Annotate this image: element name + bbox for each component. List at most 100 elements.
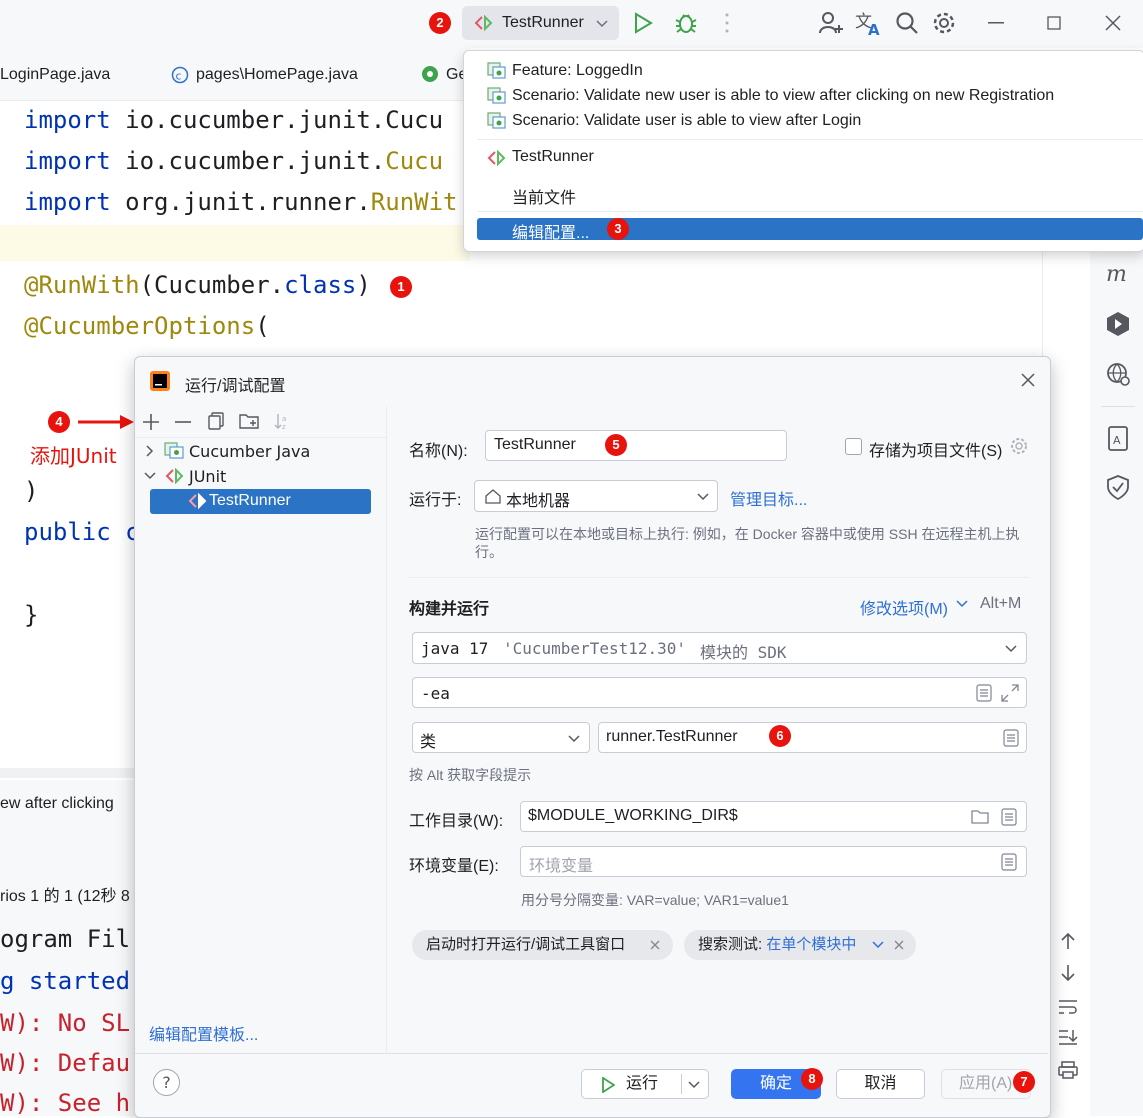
gear-icon[interactable]: [1010, 437, 1028, 455]
chevron-down-icon[interactable]: [688, 1081, 700, 1089]
tree-item-cucumber-java[interactable]: Cucumber Java: [189, 442, 310, 461]
current-line-highlight: [0, 225, 470, 261]
strip-divider: [1101, 406, 1135, 407]
class-value: runner.TestRunner: [606, 728, 738, 745]
step-badge-6: 6: [769, 725, 791, 747]
soft-wrap-icon[interactable]: [1058, 998, 1078, 1016]
chevron-down-icon[interactable]: [872, 941, 884, 949]
step-badge-7: 7: [1013, 1071, 1035, 1093]
print-icon[interactable]: [1058, 1061, 1078, 1079]
remove-icon[interactable]: [174, 413, 192, 431]
store-as-file-checkbox[interactable]: [845, 438, 862, 455]
code-line-public: public c: [24, 518, 140, 546]
svg-text:c: c: [176, 70, 182, 83]
popup-divider: [477, 139, 1143, 140]
close-icon[interactable]: [650, 940, 660, 950]
list-icon[interactable]: [1003, 729, 1019, 747]
junit-icon: [487, 150, 506, 166]
copy-icon[interactable]: [207, 412, 225, 430]
scroll-down-icon[interactable]: [1060, 964, 1076, 982]
maven-icon[interactable]: m: [1104, 262, 1132, 286]
class-field[interactable]: runner.TestRunner: [598, 722, 1027, 753]
new-folder-icon[interactable]: [239, 412, 261, 430]
popup-item-edit-configurations[interactable]: 编辑配置...: [477, 218, 1143, 242]
modify-options-shortcut: Alt+M: [980, 595, 1022, 612]
kind-dropdown[interactable]: 类: [412, 722, 590, 753]
minimize-icon[interactable]: [988, 22, 1004, 25]
search-icon[interactable]: [895, 11, 919, 35]
folder-icon[interactable]: [971, 809, 989, 824]
close-window-icon[interactable]: [1105, 15, 1121, 31]
expand-icon[interactable]: [1001, 684, 1019, 702]
name-field[interactable]: TestRunner: [485, 430, 787, 461]
add-user-icon[interactable]: [818, 10, 844, 36]
sdk-dropdown[interactable]: java 17 'CucumberTest12.30' 模块的 SDK: [412, 632, 1027, 664]
close-icon[interactable]: [1021, 373, 1035, 387]
debug-icon[interactable]: [674, 11, 698, 35]
chip-open-tool-window: 启动时打开运行/调试工具窗口: [412, 930, 673, 960]
tree-item-testrunner[interactable]: TestRunner: [150, 489, 371, 514]
code-line-import-3: import org.junit.runner.RunWit: [24, 188, 458, 216]
manage-targets-link[interactable]: 管理目标...: [730, 486, 807, 510]
web-search-icon[interactable]: [1106, 362, 1132, 388]
run-on-hint: 运行配置可以在本地或目标上执行: 例如，在 Docker 容器中或使用 SSH …: [475, 526, 1020, 560]
sdk-suffix: 模块的 SDK: [700, 643, 787, 662]
env-hint: 用分号分隔变量: VAR=value; VAR1=value1: [521, 892, 789, 908]
tree-item-junit[interactable]: JUnit: [189, 467, 226, 486]
step-badge-4: 4: [48, 411, 70, 433]
junit-icon: [165, 468, 184, 484]
popup-item-testrunner[interactable]: TestRunner: [512, 148, 594, 166]
popup-item-scenario-login[interactable]: Scenario: Validate user is able to view …: [512, 112, 861, 130]
document-icon[interactable]: A: [1107, 426, 1129, 452]
more-vertical-icon[interactable]: [724, 12, 730, 34]
add-icon[interactable]: [142, 413, 160, 431]
sort-icon[interactable]: az: [273, 412, 291, 430]
edit-templates-link[interactable]: 编辑配置模板...: [149, 1021, 258, 1045]
popup-item-feature[interactable]: Feature: LoggedIn: [512, 62, 643, 80]
settings-gear-icon[interactable]: [931, 10, 957, 36]
chevron-down-icon[interactable]: [144, 471, 156, 481]
help-button[interactable]: ?: [153, 1069, 180, 1096]
test-tree-item[interactable]: ew after clicking: [0, 795, 114, 813]
list-icon[interactable]: [1001, 853, 1017, 871]
test-summary: rios 1 的 1 (12秒 8: [0, 888, 130, 905]
tab-home-page[interactable]: pages\HomePage.java: [196, 66, 358, 84]
env-field[interactable]: 环境变量: [520, 846, 1027, 877]
run-config-selector[interactable]: TestRunner: [462, 6, 619, 40]
tab-login-page[interactable]: LoginPage.java: [0, 66, 110, 84]
plugin-icon[interactable]: [1106, 311, 1130, 337]
list-icon[interactable]: [976, 684, 992, 702]
list-icon[interactable]: [1001, 808, 1017, 826]
run-button[interactable]: 运行: [581, 1069, 709, 1099]
workdir-field[interactable]: $MODULE_WORKING_DIR$: [520, 801, 1027, 832]
scroll-to-end-icon[interactable]: [1058, 1028, 1078, 1046]
run-icon[interactable]: [633, 12, 653, 34]
workdir-label: 工作目录(W):: [409, 813, 504, 830]
modify-options-link[interactable]: 修改选项(M): [860, 595, 948, 619]
console-line: ogram Fil: [0, 925, 131, 953]
svg-text:a: a: [282, 415, 286, 423]
scenario-icon: [487, 87, 506, 104]
maximize-icon[interactable]: [1047, 16, 1061, 30]
translate-icon[interactable]: 文A: [855, 10, 883, 36]
chip-search-tests: 搜索测试: 在单个模块中: [684, 930, 916, 960]
search-tests-scope[interactable]: 在单个模块中: [766, 936, 856, 953]
code-line-paren: ): [24, 477, 39, 505]
scroll-up-icon[interactable]: [1060, 932, 1076, 950]
toolbar-divider: [135, 437, 386, 438]
run-on-dropdown[interactable]: 本地机器: [474, 480, 718, 512]
shield-icon[interactable]: [1107, 475, 1129, 501]
vm-options-field[interactable]: -ea: [412, 677, 1027, 708]
split-divider: [681, 1074, 682, 1094]
name-value: TestRunner: [494, 436, 576, 453]
popup-item-current-file[interactable]: 当前文件: [512, 184, 576, 208]
console-line: W): See h: [0, 1089, 131, 1117]
close-icon[interactable]: [894, 940, 904, 950]
code-line-brace: }: [24, 601, 39, 629]
scenario-icon: [487, 112, 506, 129]
cancel-button[interactable]: 取消: [836, 1069, 925, 1099]
sdk-module: 'CucumberTest12.30': [503, 639, 687, 658]
chevron-right-icon[interactable]: [145, 445, 155, 457]
run-icon: [602, 1077, 615, 1093]
popup-item-scenario-registration[interactable]: Scenario: Validate new user is able to v…: [512, 87, 1054, 105]
